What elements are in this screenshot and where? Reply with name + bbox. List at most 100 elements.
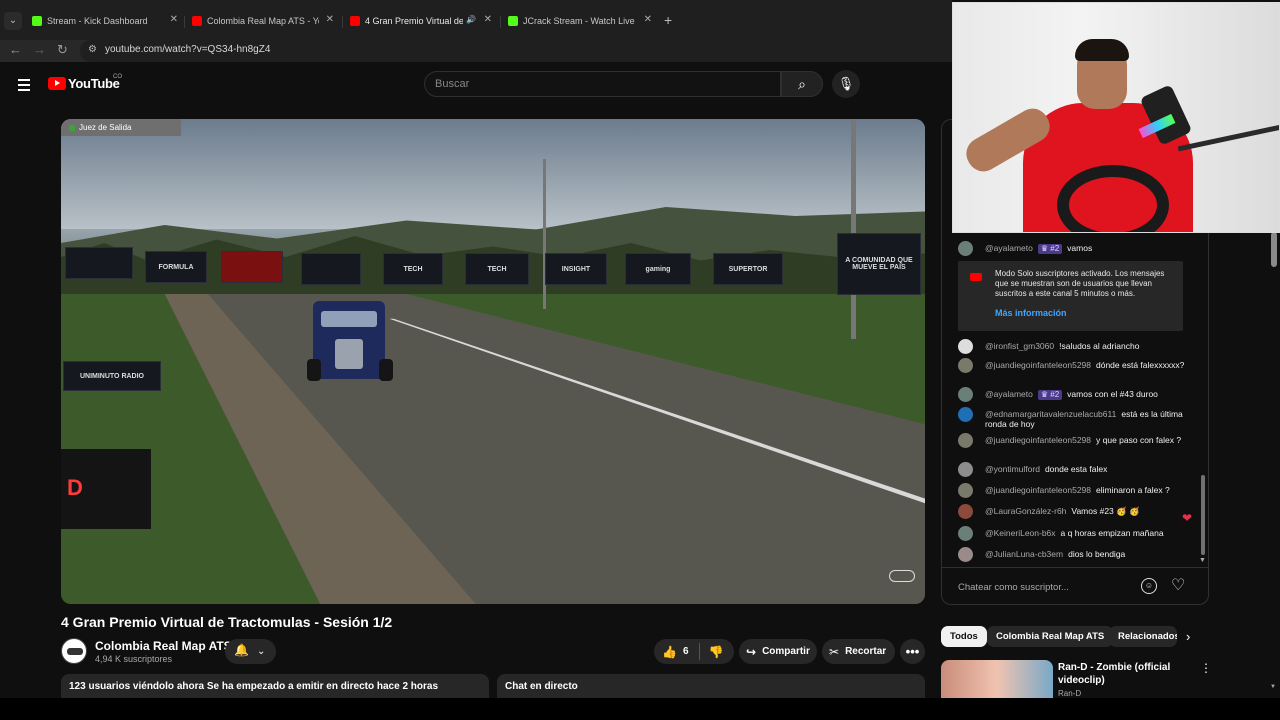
thumbs-up-icon[interactable]: 👍 — [662, 645, 677, 659]
search-input[interactable] — [435, 78, 755, 90]
truck — [299, 301, 399, 391]
share-button[interactable]: ↪ Compartir — [739, 639, 817, 664]
banner-text: TECH — [403, 265, 423, 273]
description-box[interactable]: 123 usuarios viéndolo ahora Se ha empeza… — [61, 674, 489, 698]
speaker-icon[interactable]: 🔊 — [466, 15, 476, 24]
chat-username[interactable]: @yontimulford — [985, 464, 1040, 474]
avatar[interactable] — [958, 241, 973, 256]
avatar[interactable] — [958, 433, 973, 448]
overlay-tag-text: Juez de Salida — [79, 123, 132, 132]
like-count[interactable]: 6 — [683, 646, 689, 657]
back-arrow-icon[interactable]: ← — [9, 42, 22, 57]
chat-username[interactable]: @KeineriLeon-b6x — [985, 528, 1056, 538]
avatar[interactable] — [958, 547, 973, 562]
avatar[interactable] — [958, 526, 973, 541]
logo-text: YouTube — [68, 76, 120, 91]
chat-message: @LauraGonzález-r6h Vamos #23 🥳 🥳 — [958, 504, 1188, 519]
live-chat-replay-header[interactable]: Chat en directo — [497, 674, 925, 698]
menu-icon[interactable] — [18, 79, 30, 94]
close-icon[interactable]: ✕ — [170, 14, 178, 25]
browser-navbar: ← → ↻ ⚙ youtube.com/watch?v=QS34-hn8gZ4 — [0, 40, 952, 62]
trackside-banner: TECH — [383, 253, 443, 285]
banner-text: TECH — [487, 265, 507, 273]
divider — [698, 643, 700, 660]
search-button[interactable]: ⌕ — [781, 71, 823, 97]
chip-all[interactable]: Todos — [941, 626, 987, 647]
more-vertical-icon[interactable]: ⋮ — [1200, 661, 1212, 675]
browser-tab[interactable]: Stream - Kick Dashboard ✕ — [32, 10, 178, 32]
browser-tab[interactable]: JCrack Stream - Watch Live on Kick ✕ — [508, 10, 652, 32]
country-code: CO — [113, 74, 122, 80]
youtube-logo[interactable]: YouTube — [48, 76, 120, 91]
chat-message: @yontimulford donde esta falex — [958, 462, 1188, 477]
trackside-banner — [301, 253, 361, 285]
chat-text: vamos con el #43 duroo — [1067, 389, 1158, 399]
tab-search-icon[interactable]: ⌄ — [4, 12, 22, 30]
chat-username[interactable]: @LauraGonzález-r6h — [985, 506, 1066, 516]
recommendation-thumbnail[interactable] — [941, 660, 1053, 700]
avatar[interactable] — [958, 339, 973, 354]
video-player[interactable]: FORMULA TECH TECH INSIGHT gaming SUPERTO… — [61, 119, 925, 604]
chat-username[interactable]: @juandiegoinfanteleon5298 — [985, 435, 1091, 445]
chat-scrollbar[interactable] — [1201, 475, 1205, 555]
person-hair — [1075, 39, 1129, 61]
browser-tab[interactable]: Colombia Real Map ATS - YouTube ✕ — [192, 10, 334, 32]
recommendation-channel[interactable]: Ran-D — [1058, 689, 1081, 698]
more-info-link[interactable]: Más información — [995, 308, 1067, 318]
more-actions-button[interactable]: ••• — [900, 639, 925, 664]
chat-username[interactable]: @ednamargaritavalenzuelacub611 — [985, 409, 1116, 419]
truck-wheel — [379, 359, 393, 381]
chevron-right-icon[interactable]: › — [1186, 629, 1190, 644]
chat-input-row: ☺ ♡ — [942, 567, 1208, 604]
scroll-down-arrow-icon[interactable]: ▼ — [1199, 557, 1206, 564]
mic-boom-arm — [1177, 123, 1279, 152]
youtube-icon — [970, 273, 982, 281]
youtube-play-icon — [48, 77, 66, 90]
avatar[interactable] — [958, 387, 973, 402]
reload-icon[interactable]: ↻ — [57, 42, 68, 58]
page-scrollbar[interactable] — [1271, 232, 1277, 267]
chat-username[interactable]: @JulianLuna-cb3em — [985, 549, 1063, 559]
forward-arrow-icon[interactable]: → — [33, 42, 46, 57]
close-icon[interactable]: ✕ — [644, 14, 652, 25]
chat-text: eliminaron a falex ? — [1096, 485, 1170, 495]
close-icon[interactable]: ✕ — [484, 14, 492, 25]
chip-related[interactable]: Relacionados — [1109, 626, 1177, 647]
address-bar[interactable]: ⚙ youtube.com/watch?v=QS34-hn8gZ4 — [80, 40, 952, 62]
voice-search-button[interactable]: 🎙 — [832, 70, 860, 98]
chip-channel[interactable]: Colombia Real Map ATS — [987, 626, 1114, 647]
close-icon[interactable]: ✕ — [326, 14, 334, 25]
avatar[interactable] — [958, 504, 973, 519]
chat-username[interactable]: @juandiegoinfanteleon5298 — [985, 485, 1091, 495]
trackside-banner: A COMUNIDAD QUE MUEVE EL PAÍS — [837, 233, 921, 295]
clip-button[interactable]: ✂ Recortar — [822, 639, 895, 664]
recommendation-title[interactable]: Ran-D - Zombie (official videoclip) — [1058, 661, 1188, 687]
scroll-down-arrow-icon[interactable]: ▼ — [1270, 684, 1276, 690]
video-sky — [61, 119, 925, 229]
chevron-down-icon: ⌄ — [256, 646, 266, 657]
chat-username[interactable]: @juandiegoinfanteleon5298 — [985, 360, 1091, 370]
chat-username[interactable]: @ayalameto — [985, 389, 1033, 399]
more-horizontal-icon: ••• — [905, 644, 920, 659]
badge-text: #2 — [1050, 390, 1060, 399]
chat-text: dónde está falexxxxxx? — [1096, 360, 1185, 370]
chat-username[interactable]: @ayalameto — [985, 243, 1033, 253]
avatar[interactable] — [958, 407, 973, 422]
avatar[interactable] — [958, 462, 973, 477]
new-tab-icon[interactable]: + — [664, 12, 672, 28]
youtube-masthead: YouTube CO ⌕ 🎙 — [0, 62, 952, 108]
channel-avatar[interactable] — [61, 638, 87, 664]
heart-icon[interactable]: ♡ — [1171, 575, 1185, 595]
thumbs-down-icon[interactable]: 👎 — [709, 645, 724, 659]
notification-bell-button[interactable]: 🔔 ⌄ — [225, 639, 276, 664]
channel-name[interactable]: Colombia Real Map ATS — [95, 639, 232, 653]
browser-tab-active[interactable]: 4 Gran Premio Virtual de Tr 🔊 ✕ — [350, 10, 492, 32]
emoji-icon[interactable]: ☺ — [1141, 578, 1157, 594]
avatar[interactable] — [958, 483, 973, 498]
trackside-banner: SUPERTOR — [713, 253, 783, 285]
site-info-icon[interactable]: ⚙ — [88, 44, 97, 55]
chat-username[interactable]: @ironfist_gm3060 — [985, 341, 1054, 351]
avatar[interactable] — [958, 358, 973, 373]
chat-message-input[interactable] — [958, 577, 1142, 597]
chat-message: @juandiegoinfanteleon5298 dónde está fale… — [958, 358, 1188, 373]
